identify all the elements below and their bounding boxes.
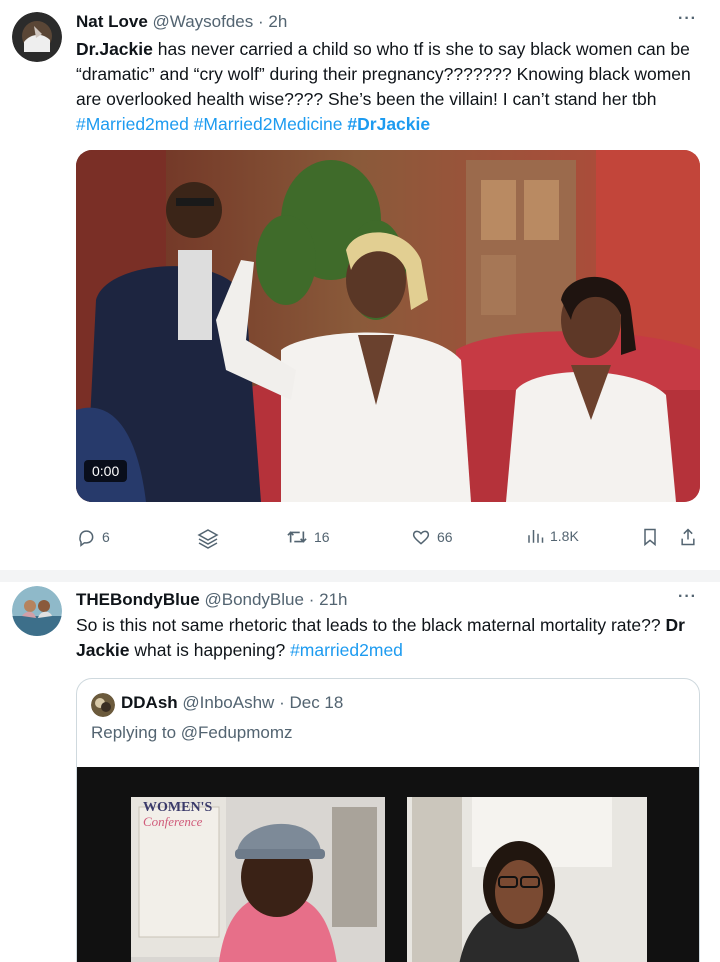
user-handle[interactable]: @BondyBlue <box>204 590 304 609</box>
video-player[interactable]: 0:00 <box>76 150 700 502</box>
sign-line-1: WOMEN'S <box>143 800 213 815</box>
replying-prefix: Replying to <box>91 723 181 742</box>
user-handle[interactable]: @Waysofdes <box>153 12 254 31</box>
views-button[interactable]: 1.8K <box>526 527 579 545</box>
text-segment: what is happening? <box>129 640 291 660</box>
display-name[interactable]: THEBondyBlue <box>76 590 200 609</box>
views-icon <box>528 530 544 543</box>
grok-icon <box>197 529 219 549</box>
separator: · <box>279 693 285 712</box>
hashtag-link[interactable]: #DrJackie <box>347 114 430 134</box>
share-button[interactable] <box>679 527 697 547</box>
view-count: 1.8K <box>550 528 579 544</box>
display-name[interactable]: Nat Love <box>76 12 148 31</box>
tweet-actions: 6 16 66 1.8K <box>76 527 706 549</box>
like-icon <box>412 530 430 545</box>
hashtag-link[interactable]: #Married2Medicine <box>194 114 343 134</box>
quote-header: DDAsh @InboAshw · Dec 18 <box>121 693 343 713</box>
tweet-2[interactable]: THEBondyBlue @BondyBlue · 21h ··· So is … <box>0 582 720 962</box>
grok-button[interactable] <box>196 527 220 551</box>
quoted-video[interactable]: WOMEN'S Conference <box>77 767 699 962</box>
reply-button[interactable]: 6 <box>76 527 110 547</box>
avatar[interactable] <box>12 12 62 62</box>
tweet-header: Nat Love @Waysofdes · 2h <box>76 12 287 32</box>
replying-handle[interactable]: @Fedupmomz <box>181 723 293 742</box>
retweet-button[interactable]: 16 <box>286 527 330 547</box>
quote-date[interactable]: Dec 18 <box>289 693 343 712</box>
replying-to: Replying to @Fedupmomz <box>91 723 293 743</box>
like-button[interactable]: 66 <box>411 527 453 547</box>
hashtag-link[interactable]: #married2med <box>290 640 403 660</box>
separator: · <box>308 590 315 609</box>
tweet-1[interactable]: Nat Love @Waysofdes · 2h ··· Dr.Jackie h… <box>0 0 720 570</box>
reply-icon <box>79 530 94 547</box>
text-segment: has never carried a child so who tf is s… <box>76 39 691 109</box>
text-bold: Dr.Jackie <box>76 39 153 59</box>
tweet-header: THEBondyBlue @BondyBlue · 21h <box>76 590 347 610</box>
text-segment: So is this not same rhetoric that leads … <box>76 615 666 635</box>
retweet-icon <box>287 531 307 543</box>
bookmark-icon <box>644 528 656 547</box>
sign-line-2: Conference <box>143 814 203 829</box>
video-timestamp: 0:00 <box>84 460 128 482</box>
quote-display-name[interactable]: DDAsh <box>121 693 178 712</box>
quote-avatar[interactable] <box>91 693 115 717</box>
quoted-video-frame <box>77 767 699 962</box>
more-icon[interactable]: ··· <box>678 10 697 28</box>
more-icon[interactable]: ··· <box>678 588 697 606</box>
video-frame-image <box>76 150 700 502</box>
timestamp[interactable]: 21h <box>319 590 347 609</box>
timestamp[interactable]: 2h <box>268 12 287 31</box>
retweet-count: 16 <box>314 529 330 545</box>
tweet-text: So is this not same rhetoric that leads … <box>76 613 706 663</box>
quoted-tweet[interactable]: DDAsh @InboAshw · Dec 18 Replying to @Fe… <box>76 678 700 962</box>
share-icon <box>681 528 695 546</box>
like-count: 66 <box>437 529 453 545</box>
bookmark-button[interactable] <box>641 527 659 547</box>
reply-count: 6 <box>102 529 110 545</box>
timeline-divider <box>0 570 720 582</box>
hashtag-link[interactable]: #Married2med <box>76 114 189 134</box>
conference-sign-text: WOMEN'S Conference <box>143 801 223 829</box>
separator: · <box>257 12 264 31</box>
avatar[interactable] <box>12 586 62 636</box>
tweet-text: Dr.Jackie has never carried a child so w… <box>76 37 706 137</box>
quote-handle[interactable]: @InboAshw <box>182 693 274 712</box>
